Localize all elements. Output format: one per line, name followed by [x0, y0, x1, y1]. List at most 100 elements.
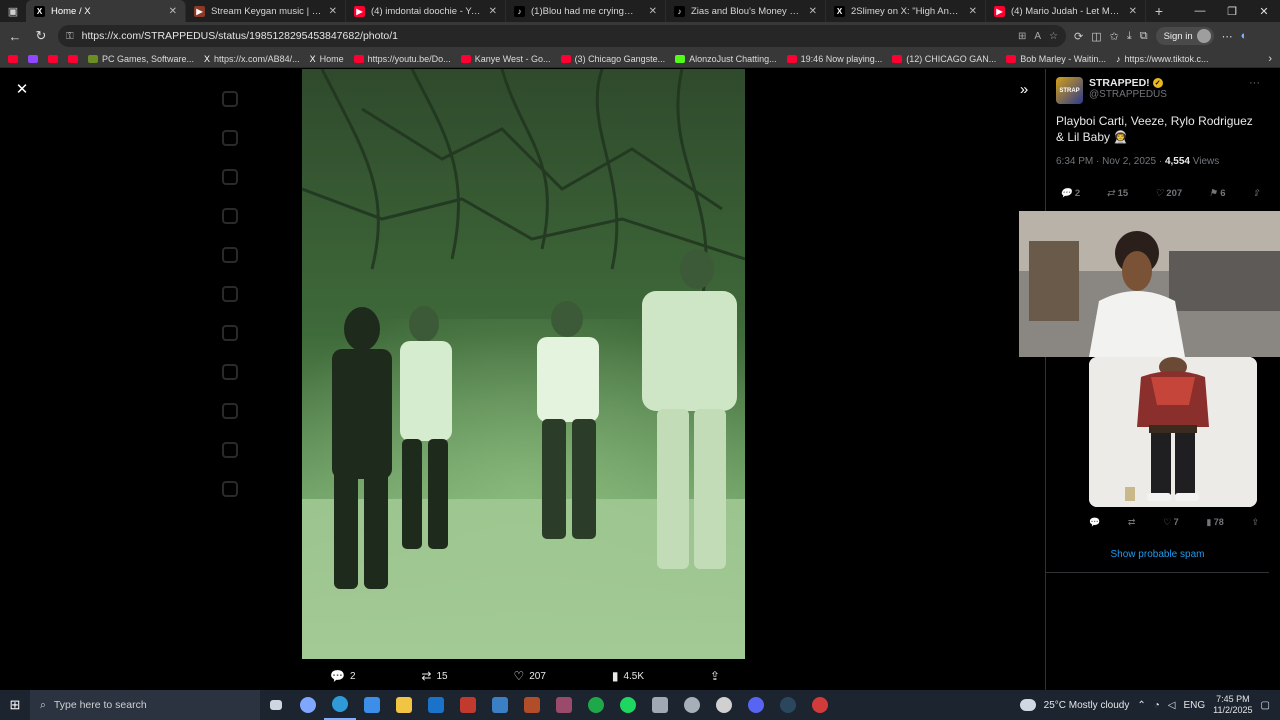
read-aloud-icon[interactable]: A [1034, 31, 1041, 42]
tweet-share-button[interactable]: ⇪ [1252, 188, 1260, 199]
more-options-icon[interactable]: ··· [1249, 77, 1260, 89]
bookmark-item[interactable] [8, 54, 18, 64]
tab-actions-menu-icon[interactable]: ▣ [0, 0, 26, 22]
close-tab-icon[interactable]: ✕ [969, 6, 977, 17]
close-tab-icon[interactable]: ✕ [649, 6, 657, 17]
close-window-icon[interactable]: ✕ [1248, 0, 1280, 22]
close-tab-icon[interactable]: ✕ [1129, 6, 1137, 17]
windows-start-icon[interactable]: ⊞ [0, 697, 30, 713]
wifi-icon[interactable]: ◔ [1154, 700, 1160, 711]
language-indicator[interactable]: ENG [1184, 700, 1206, 711]
refresh-icon[interactable]: ↻ [32, 28, 50, 44]
outlook-app-icon[interactable] [420, 690, 452, 720]
restore-icon[interactable]: ❐ [1216, 0, 1248, 22]
reply-views-button[interactable]: ▮ 78 [1206, 517, 1223, 528]
photo-app-icon[interactable] [484, 690, 516, 720]
bookmark-item[interactable] [68, 54, 78, 64]
favorite-star-icon[interactable]: ☆ [1049, 31, 1058, 42]
bookmark-item[interactable] [28, 54, 38, 64]
taskbar-clock[interactable]: 7:45 PM 11/2/2025 [1213, 694, 1252, 716]
recording-app-icon[interactable] [804, 690, 836, 720]
bookmark-item[interactable]: (12) CHICAGO GAN... [892, 54, 996, 64]
bookmark-item[interactable]: Bob Marley - Waitin... [1006, 54, 1106, 64]
minimize-icon[interactable]: — [1184, 0, 1216, 22]
file-explorer-icon[interactable] [388, 690, 420, 720]
game-app-icon[interactable] [452, 690, 484, 720]
tweet-reply-button[interactable]: 💬 2 [1060, 188, 1080, 199]
back-icon[interactable]: ← [6, 29, 24, 44]
author-avatar[interactable]: STRAP [1056, 77, 1083, 104]
tweet-like-button[interactable]: ♡ 207 [1155, 188, 1182, 199]
volume-icon[interactable]: ◁ [1168, 700, 1176, 711]
repost-button[interactable]: ⇄ 15 [421, 669, 447, 683]
tweet-time[interactable]: 6:34 PM · Nov 2, 2025 · [1056, 156, 1165, 167]
bookmark-item[interactable]: AlonzoJust Chatting... [675, 54, 777, 64]
like-button[interactable]: ♡ 207 [513, 669, 545, 683]
close-tab-icon[interactable]: ✕ [169, 6, 177, 17]
bookmark-item[interactable]: X Home [310, 54, 344, 64]
reply-repost-icon[interactable]: ⇄ [1128, 517, 1136, 528]
browser-tab[interactable]: ♪ (1)Blou had me crying😭 #plaqu ✕ [506, 0, 666, 22]
reply-share-icon[interactable]: ⇪ [1251, 517, 1259, 528]
close-tab-icon[interactable]: ✕ [489, 6, 497, 17]
edge-app-icon[interactable] [324, 690, 356, 720]
sign-in-button[interactable]: Sign in [1155, 27, 1214, 45]
chrome-app-icon[interactable] [708, 690, 740, 720]
browser-tab[interactable]: ▶ (4) imdontai doochie - YouTube ✕ [346, 0, 506, 22]
downloads-icon[interactable]: ⤓ [1127, 30, 1132, 43]
browser-tab[interactable]: ♪ Zias and Blou's Money Mishap E ✕ [666, 0, 826, 22]
close-tab-icon[interactable]: ✕ [809, 6, 817, 17]
copilot-icon[interactable]: ◐ [1241, 30, 1248, 42]
new-tab-button[interactable]: + [1146, 0, 1172, 22]
reply-button[interactable]: 💬 2 [330, 669, 356, 683]
steam-app-icon[interactable] [772, 690, 804, 720]
settings-app-icon[interactable] [676, 690, 708, 720]
browser-tab[interactable]: ▶ Stream Keygan music | Listen to s ✕ [186, 0, 346, 22]
toggle-panel-button[interactable]: » [1014, 79, 1034, 99]
bookmark-item[interactable]: Xhttps://x.com/AB84/... [204, 54, 300, 64]
author-handle[interactable]: @STRAPPEDUS [1089, 89, 1167, 100]
bookmark-item[interactable]: ♪ https://www.tiktok.c... [1116, 54, 1209, 64]
collections-icon[interactable]: ⧉ [1140, 30, 1148, 43]
weather-text[interactable]: 25°C Mostly cloudy [1044, 700, 1130, 711]
media-app-icon[interactable] [516, 690, 548, 720]
spotify-app-icon[interactable] [612, 690, 644, 720]
bookmark-item[interactable] [48, 54, 58, 64]
bookmark-item[interactable]: Kanye West - Go... [460, 54, 551, 64]
tweet-repost-button[interactable]: ⇄ 15 [1107, 188, 1129, 199]
browser-tab[interactable]: ▶ (4) Mario Judah - Let Me Outta H ✕ [986, 0, 1146, 22]
reply-photo[interactable] [1089, 357, 1257, 507]
task-view-icon[interactable] [260, 690, 292, 720]
profile-app-icon[interactable] [548, 690, 580, 720]
close-viewer-button[interactable]: ✕ [12, 79, 32, 99]
author-name[interactable]: STRAPPED! [1089, 77, 1150, 89]
split-screen-icon[interactable]: ◫ [1091, 30, 1101, 43]
settings-more-icon[interactable]: ⋯ [1222, 30, 1233, 43]
share-button[interactable]: ⇪ [710, 669, 720, 683]
tray-overflow-icon[interactable]: ⌃ [1137, 700, 1145, 711]
tweet-author[interactable]: STRAP STRAPPED! ✓ @STRAPPEDUS [1056, 77, 1167, 104]
reply-like-button[interactable]: ♡ 7 [1163, 517, 1179, 528]
tweet-photo[interactable] [302, 69, 745, 659]
store-app-icon[interactable] [356, 690, 388, 720]
site-info-icon[interactable]: ⚿ [66, 31, 74, 42]
bookmark-item[interactable]: PC Games, Software... [88, 54, 194, 64]
bookmarks-overflow-icon[interactable]: › [1268, 53, 1272, 65]
browser-tab[interactable]: X Home / X ✕ [26, 0, 186, 22]
extensions-icon[interactable]: ⟳ [1074, 30, 1083, 43]
copilot-app-icon[interactable] [292, 690, 324, 720]
app-available-icon[interactable]: ⊞ [1018, 31, 1026, 42]
tweet-bookmark-button[interactable]: ⚑ 6 [1209, 188, 1226, 199]
taskbar-search-input[interactable]: ⌕ Type here to search [30, 690, 260, 720]
url-input[interactable]: ⚿ https://x.com/STRAPPEDUS/status/198512… [58, 25, 1066, 47]
bookmark-item[interactable]: (3) Chicago Gangste... [560, 54, 665, 64]
reply-reply-icon[interactable]: 💬 [1089, 517, 1100, 528]
show-probable-spam-link[interactable]: Show probable spam [1046, 537, 1269, 573]
browser-tab[interactable]: X 2Slimey on X: "High Anxiety 11/ ✕ [826, 0, 986, 22]
xbox-app-icon[interactable] [580, 690, 612, 720]
favorites-icon[interactable]: ✩ [1110, 30, 1119, 43]
bookmark-item[interactable]: https://youtu.be/Do... [353, 54, 451, 64]
close-tab-icon[interactable]: ✕ [329, 6, 337, 17]
views-button[interactable]: ▮ 4.5K [612, 669, 644, 683]
bookmark-item[interactable]: 19:46 Now playing... [786, 54, 882, 64]
